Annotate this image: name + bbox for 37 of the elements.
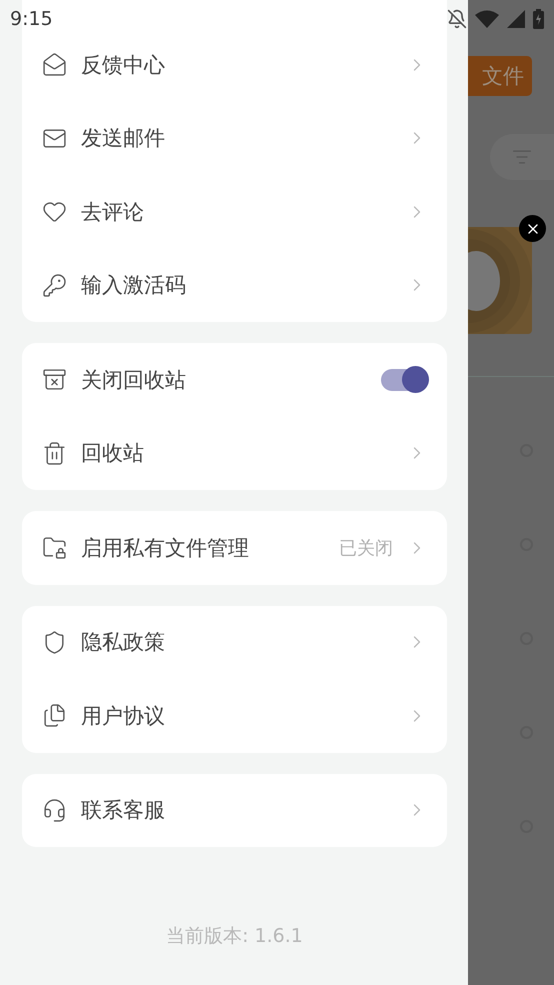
trash-icon [42,440,67,466]
version-text: 当前版本: 1.6.1 [166,924,303,949]
menu-label: 去评论 [81,198,145,226]
menu-item[interactable]: 联系客服 [22,774,447,847]
filter-chip[interactable] [490,134,554,180]
close-button[interactable] [519,215,546,242]
menu-label: 反馈中心 [81,52,166,79]
menu-item[interactable]: 去评论 [22,175,447,248]
menu-item[interactable]: 隐私政策 [22,606,447,679]
menu-item[interactable]: 输入激活码 [22,248,447,322]
menu-label: 启用私有文件管理 [81,534,250,562]
key-icon [42,272,67,298]
menu-item[interactable]: 反馈中心 [22,28,447,102]
folder-lock-icon [42,535,67,560]
menu-label: 输入激活码 [81,272,187,300]
files-icon [42,703,67,728]
menu-item[interactable]: 启用私有文件管理 已关闭 [22,511,447,584]
menu-label: 发送邮件 [81,125,166,152]
battery-icon [533,9,544,29]
status-time: 9:15 [10,8,53,30]
mail-open-icon [42,52,67,78]
menu-label: 隐私政策 [81,629,166,656]
archive-x-icon [42,367,67,392]
bell-off-icon [447,9,467,29]
status-text: 已关闭 [339,536,393,560]
menu-item[interactable]: 发送邮件 [22,102,447,175]
wifi-icon [475,10,499,28]
signal-icon [507,10,525,28]
menu-label: 用户协议 [81,702,166,730]
toggle-switch[interactable] [381,368,427,391]
menu-label: 关闭回收站 [81,366,187,394]
menu-label: 回收站 [81,440,145,468]
headset-icon [42,798,67,823]
menu-item[interactable]: 关闭回收站 [22,343,447,416]
menu-label: 联系客服 [81,797,166,824]
menu-item[interactable]: 用户协议 [22,679,447,752]
menu-item[interactable]: 回收站 [22,416,447,490]
